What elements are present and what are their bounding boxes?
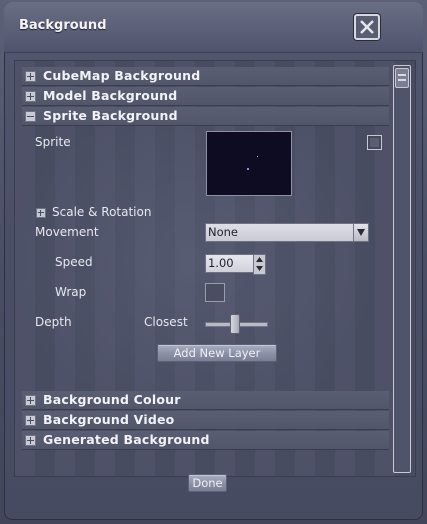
movement-value: None xyxy=(208,225,239,239)
plus-icon xyxy=(25,91,36,102)
section-label: Background Video xyxy=(43,412,175,427)
section-label: Sprite Background xyxy=(43,108,178,123)
plus-icon xyxy=(25,415,36,426)
section-generated-background[interactable]: Generated Background xyxy=(22,431,389,450)
wrap-checkbox[interactable] xyxy=(205,283,225,302)
star-dot xyxy=(257,156,258,157)
movement-dropdown-button[interactable] xyxy=(353,223,369,242)
close-icon xyxy=(360,20,374,34)
section-cubemap-background[interactable]: CubeMap Background xyxy=(22,67,389,86)
chevron-down-icon xyxy=(357,229,365,236)
section-label: Generated Background xyxy=(43,432,210,447)
plus-icon xyxy=(25,435,36,446)
close-button[interactable] xyxy=(354,14,380,40)
section-label: CubeMap Background xyxy=(43,68,201,83)
speed-value: 1.00 xyxy=(208,256,234,270)
movement-label: Movement xyxy=(35,225,99,239)
settings-panel: CubeMap Background Model Background Spri… xyxy=(14,60,416,477)
section-label: Background Colour xyxy=(43,392,181,407)
done-button[interactable]: Done xyxy=(188,474,227,492)
dialog-title: Background xyxy=(19,18,107,33)
star-dot xyxy=(247,168,249,170)
section-sprite-background[interactable]: Sprite Background xyxy=(22,107,389,126)
minus-icon xyxy=(25,111,36,122)
stepper-arrows-icon xyxy=(256,257,263,271)
add-new-layer-button[interactable]: Add New Layer xyxy=(157,344,277,362)
depth-label: Depth xyxy=(35,315,72,329)
depth-closest-label: Closest xyxy=(144,315,188,329)
plus-icon xyxy=(25,71,36,82)
wrap-label: Wrap xyxy=(55,285,87,299)
scale-rotation-label[interactable]: Scale & Rotation xyxy=(52,205,151,219)
plus-icon[interactable] xyxy=(36,208,46,218)
scrollbar-thumb[interactable] xyxy=(395,68,409,88)
sprite-label: Sprite xyxy=(35,135,71,149)
speed-stepper[interactable] xyxy=(253,254,266,275)
speed-input[interactable]: 1.00 xyxy=(205,254,254,273)
section-background-video[interactable]: Background Video xyxy=(22,411,389,430)
vertical-scrollbar[interactable] xyxy=(393,65,411,473)
sprite-preview[interactable] xyxy=(206,131,292,196)
sprite-checkbox[interactable] xyxy=(367,135,382,150)
depth-slider-thumb[interactable] xyxy=(230,314,240,334)
section-background-colour[interactable]: Background Colour xyxy=(22,391,389,410)
title-bar: Background xyxy=(4,2,423,53)
plus-icon xyxy=(25,395,36,406)
speed-label: Speed xyxy=(55,255,93,269)
section-model-background[interactable]: Model Background xyxy=(22,87,389,106)
background-dialog: Background CubeMap Background Model Back… xyxy=(4,2,423,520)
movement-select[interactable]: None xyxy=(205,223,357,242)
section-label: Model Background xyxy=(43,88,178,103)
